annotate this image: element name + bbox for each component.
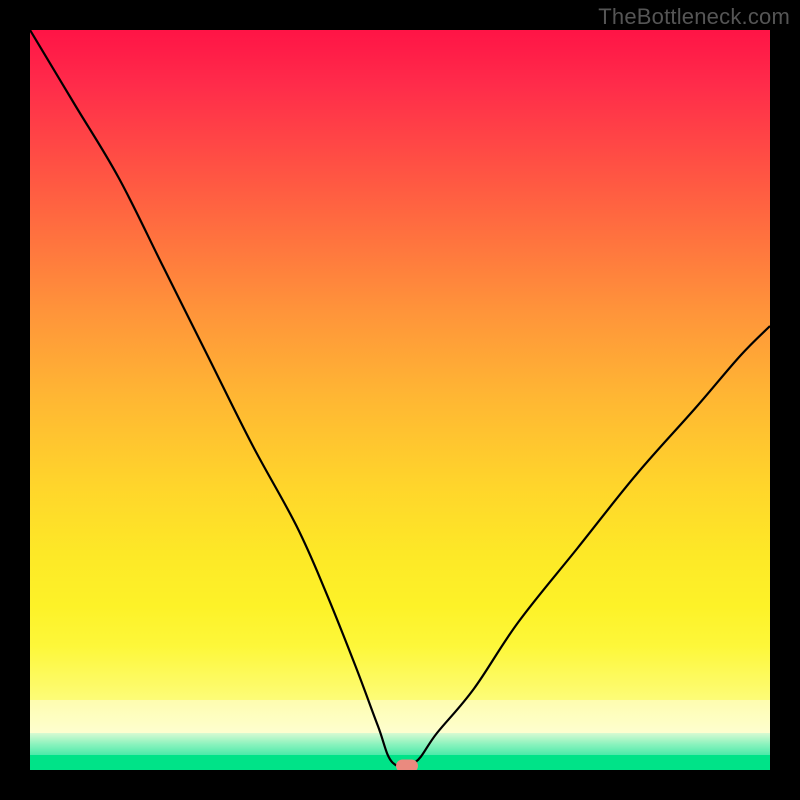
optimal-point-marker (396, 760, 418, 770)
chart-frame (30, 30, 770, 770)
chart-plot-area (30, 30, 770, 770)
watermark-text: TheBottleneck.com (598, 4, 790, 30)
bottleneck-curve (30, 30, 770, 770)
